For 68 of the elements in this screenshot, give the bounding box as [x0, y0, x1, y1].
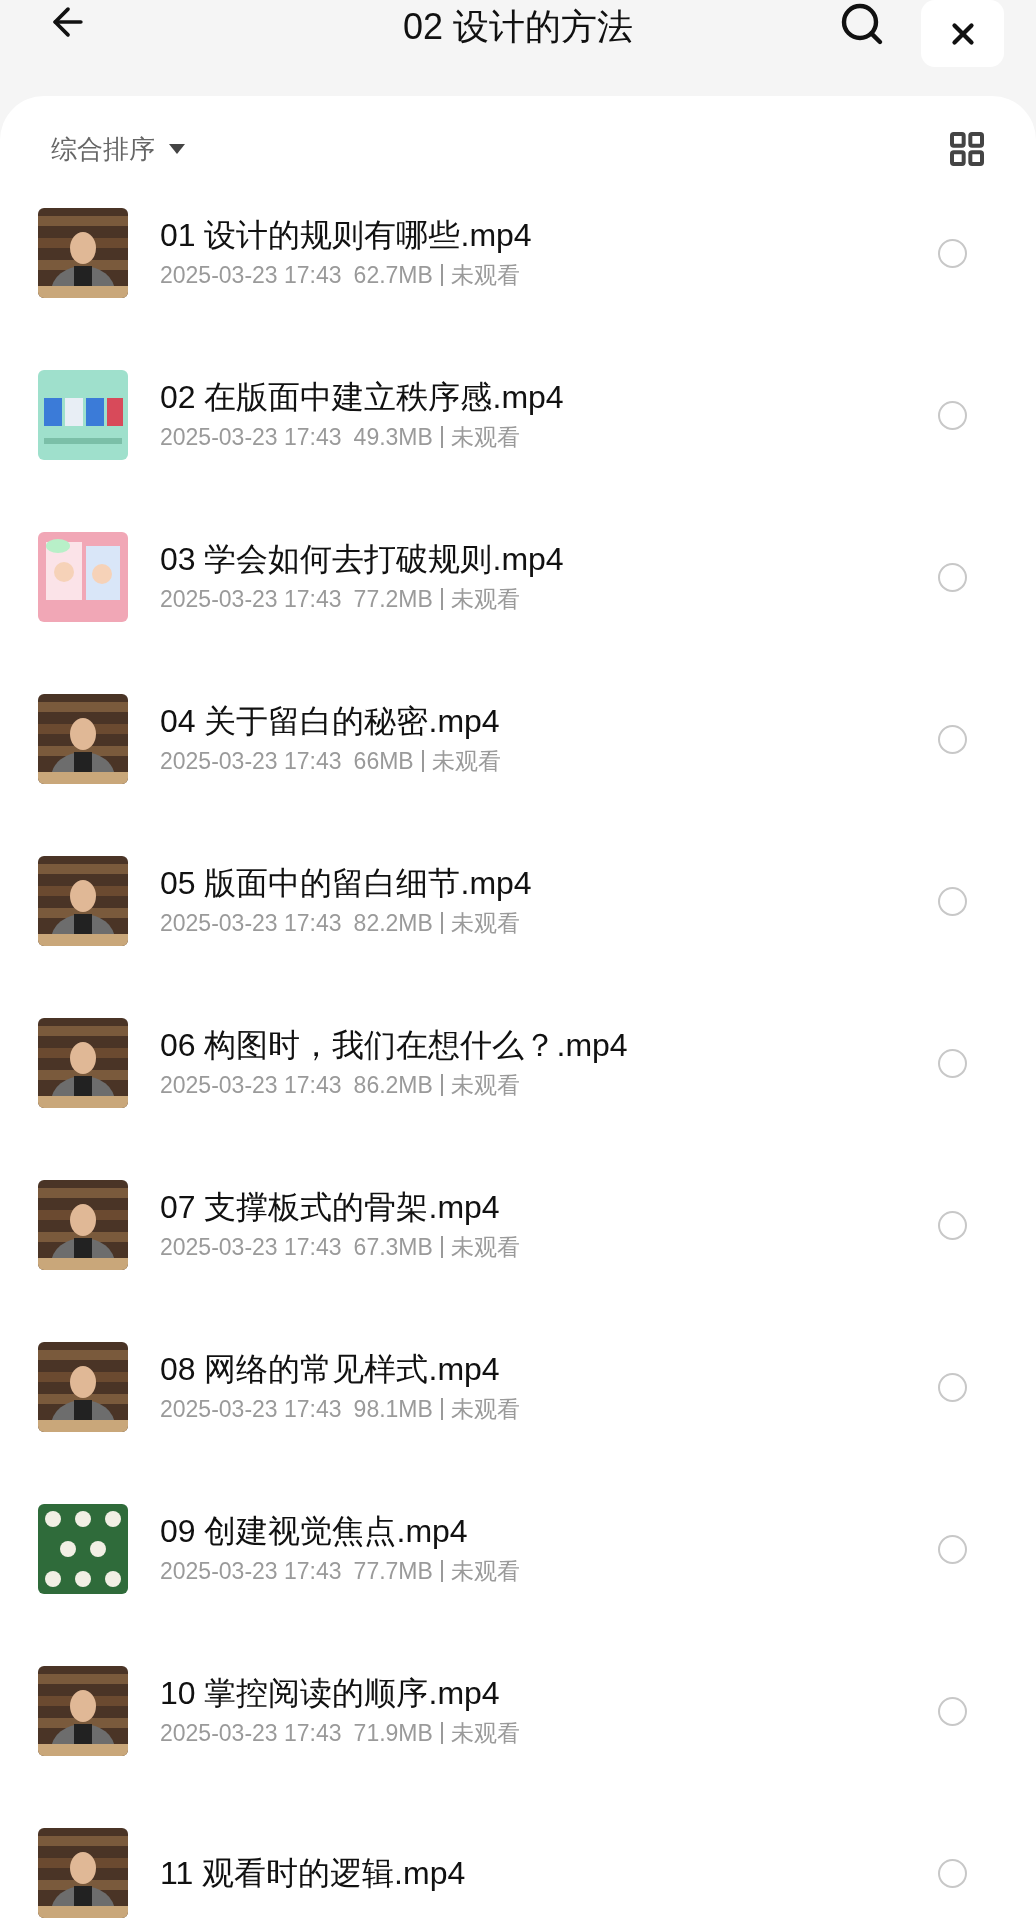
file-size: 49.3MB [353, 423, 433, 452]
file-date: 2025-03-23 17:43 [160, 1719, 342, 1748]
file-date: 2025-03-23 17:43 [160, 1233, 342, 1262]
select-radio[interactable] [938, 400, 967, 430]
file-title: 11 观看时的逻辑.mp4 [160, 1854, 467, 1892]
file-row[interactable]: 08 网络的常见样式.mp4 2025-03-23 17:43 98.1MB 未观看 [0, 1306, 1036, 1468]
watch-status: 未观看 [450, 1071, 520, 1100]
watch-status: 未观看 [450, 585, 520, 614]
file-title: 08 网络的常见样式.mp4 [160, 1350, 501, 1388]
file-date: 2025-03-23 17:43 [160, 585, 342, 614]
file-row[interactable]: 11 观看时的逻辑.mp4 [0, 1792, 1036, 1920]
file-date: 2025-03-23 17:43 [160, 261, 342, 290]
select-radio[interactable] [938, 886, 967, 916]
file-title: 05 版面中的留白细节.mp4 [160, 864, 533, 902]
file-size: 66MB [353, 747, 414, 776]
file-date: 2025-03-23 17:43 [160, 1557, 342, 1586]
file-date: 2025-03-23 17:43 [160, 423, 342, 452]
grid-view-icon[interactable] [947, 129, 987, 169]
file-title: 09 创建视觉焦点.mp4 [160, 1512, 469, 1550]
file-row[interactable]: 10 掌控阅读的顺序.mp4 2025-03-23 17:43 71.9MB 未观看 [0, 1630, 1036, 1792]
watch-status: 未观看 [450, 909, 520, 938]
file-date: 2025-03-23 17:43 [160, 909, 342, 938]
window-title: 02 设计的方法 [402, 5, 633, 49]
select-radio[interactable] [938, 1048, 967, 1078]
select-radio[interactable] [938, 1210, 967, 1240]
file-date: 2025-03-23 17:43 [160, 747, 342, 776]
sort-dropdown[interactable]: 综合排序 [51, 129, 185, 169]
caret-icon [169, 144, 185, 154]
file-row[interactable]: 07 支撑板式的骨架.mp4 2025-03-23 17:43 67.3MB 未观看 [0, 1144, 1036, 1306]
file-row[interactable]: 03 学会如何去打破规则.mp4 2025-03-23 17:43 77.2MB 未观看 [0, 496, 1036, 658]
watch-status: 未观看 [450, 1557, 520, 1586]
watch-status: 未观看 [450, 1233, 520, 1262]
file-date: 2025-03-23 17:43 [160, 1071, 342, 1100]
watch-status: 未观看 [450, 423, 520, 452]
select-radio[interactable] [938, 1858, 967, 1888]
select-radio[interactable] [938, 562, 967, 592]
file-size: 77.7MB [353, 1557, 433, 1586]
file-size: 77.2MB [353, 585, 433, 614]
file-title: 04 关于留白的秘密.mp4 [160, 702, 501, 740]
file-row[interactable]: 04 关于留白的秘密.mp4 2025-03-23 17:43 66MB 未观看 [0, 658, 1036, 820]
file-size: 98.1MB [353, 1395, 433, 1424]
watch-status: 未观看 [450, 1719, 520, 1748]
file-row[interactable]: 02 在版面中建立秩序感.mp4 2025-03-23 17:43 49.3MB 未观看 [0, 334, 1036, 496]
file-size: 86.2MB [353, 1071, 433, 1100]
file-size: 67.3MB [353, 1233, 433, 1262]
file-size: 71.9MB [353, 1719, 433, 1748]
select-radio[interactable] [938, 238, 967, 268]
file-row[interactable]: 09 创建视觉焦点.mp4 2025-03-23 17:43 77.7MB 未观看 [0, 1468, 1036, 1630]
close-button[interactable] [921, 0, 1004, 67]
file-row[interactable]: 05 版面中的留白细节.mp4 2025-03-23 17:43 82.2MB 未观看 [0, 820, 1036, 982]
file-size: 62.7MB [353, 261, 433, 290]
file-title: 06 构图时，我们在想什么？.mp4 [160, 1026, 629, 1064]
file-date: 2025-03-23 17:43 [160, 1395, 342, 1424]
select-radio[interactable] [938, 1534, 967, 1564]
select-radio[interactable] [938, 1696, 967, 1726]
file-title: 07 支撑板式的骨架.mp4 [160, 1188, 501, 1226]
select-radio[interactable] [938, 1372, 967, 1402]
file-title: 01 设计的规则有哪些.mp4 [160, 216, 533, 254]
file-row[interactable]: 01 设计的规则有哪些.mp4 2025-03-23 17:43 62.7MB 未观看 [0, 172, 1036, 334]
select-radio[interactable] [938, 724, 967, 754]
watch-status: 未观看 [431, 747, 501, 776]
watch-status: 未观看 [450, 1395, 520, 1424]
file-title: 02 在版面中建立秩序感.mp4 [160, 378, 565, 416]
watch-status: 未观看 [450, 261, 520, 290]
file-row[interactable]: 06 构图时，我们在想什么？.mp4 2025-03-23 17:43 86.2MB 未观看 [0, 982, 1036, 1144]
file-title: 10 掌控阅读的顺序.mp4 [160, 1674, 501, 1712]
file-size: 82.2MB [353, 909, 433, 938]
file-title: 03 学会如何去打破规则.mp4 [160, 540, 565, 578]
